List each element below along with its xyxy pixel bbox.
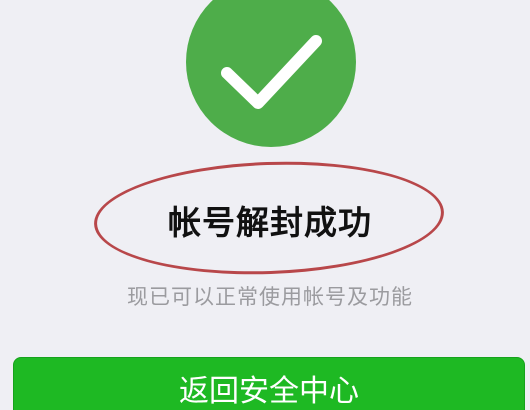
return-security-center-button[interactable]: 返回安全中心 <box>13 357 525 410</box>
unban-success-screen: 帐号解封成功 现已可以正常使用帐号及功能 返回安全中心 <box>0 0 530 410</box>
checkmark-icon <box>221 35 322 109</box>
success-badge <box>186 0 356 147</box>
success-title: 帐号解封成功 <box>168 203 372 242</box>
success-subtitle: 现已可以正常使用帐号及功能 <box>127 285 413 309</box>
